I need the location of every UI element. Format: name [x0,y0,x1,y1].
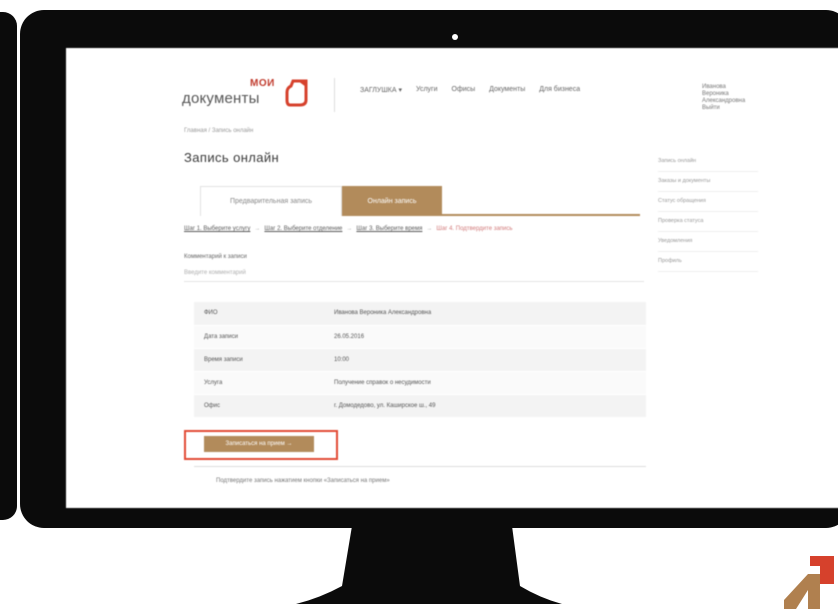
logo-mark-icon [285,79,308,107]
nav-item-services[interactable]: Услуги [416,86,438,94]
tab-online[interactable]: Онлайн запись [342,186,442,216]
side-menu-item[interactable]: Статус обращения [658,192,758,212]
logo-text-top: МОИ [250,78,275,89]
side-menu: Запись онлайн Заказы и документы Статус … [658,152,758,272]
nav-item-offices[interactable]: Офисы [452,86,476,94]
row-key: Услуга [194,371,324,395]
comment-input[interactable]: Введите комментарий [184,266,644,282]
row-value: Получение справок о несудимости [324,371,646,395]
nav-item-business[interactable]: Для бизнеса [539,86,580,94]
step-3-link[interactable]: Шаг 3. Выберите время [356,226,422,232]
user-name-line3: Александровна [702,98,746,104]
breadcrumb[interactable]: Главная / Запись онлайн [184,128,253,134]
step-4-current: Шаг 4. Подтвердите запись [436,226,513,232]
row-value: г. Домодедово, ул. Каширское ш., 49 [324,394,646,418]
side-menu-item[interactable]: Запись онлайн [658,152,758,172]
side-menu-item[interactable]: Проверка статуса [658,212,758,232]
step-2-link[interactable]: Шаг 2. Выберите отделение [264,226,342,232]
webcam-dot [452,34,458,40]
tab-preliminary[interactable]: Предварительная запись [200,186,342,216]
comment-label: Комментарий к записи [184,254,247,260]
divider [194,466,646,467]
scene: МОИ документы ЗАГЛУШКА ▾ Услуги Офисы До… [0,0,838,609]
nav-item-1[interactable]: ЗАГЛУШКА ▾ [360,86,402,94]
row-key: Дата записи [194,325,324,349]
booking-tabs: Предварительная запись Онлайн запись [200,186,640,216]
top-navigation: ЗАГЛУШКА ▾ Услуги Офисы Документы Для би… [360,86,580,94]
side-menu-item[interactable]: Уведомления [658,232,758,252]
header-divider [334,78,335,112]
table-row: Время записи 10:00 [194,348,646,372]
table-row: ФИО Иванова Вероника Александровна [194,302,646,326]
side-menu-item[interactable]: Заказы и документы [658,172,758,192]
page-title: Запись онлайн [184,150,280,165]
nav-item-documents[interactable]: Документы [489,86,525,94]
logo-text-bottom: документы [182,90,260,107]
booking-summary-table: ФИО Иванова Вероника Александровна Дата … [194,302,646,418]
table-row: Офис г. Домодедово, ул. Каширское ш., 49 [194,394,646,418]
row-key: Офис [194,394,324,418]
row-value: Иванова Вероника Александровна [324,302,646,326]
step-arrow: → [254,226,261,232]
footnote: Подтвердите запись нажатием кнопки «Запи… [216,478,390,484]
step-arrow: → [346,226,353,232]
table-row: Дата записи 26.05.2016 [194,325,646,349]
row-value: 10:00 [324,348,646,372]
step-arrow: → [426,226,433,232]
logout-link[interactable]: Выйти [702,105,772,112]
row-key: ФИО [194,302,324,326]
row-key: Время записи [194,348,324,372]
user-name-line2: Вероника [702,91,729,97]
table-row: Услуга Получение справок о несудимости [194,371,646,395]
highlight-frame [184,430,338,460]
row-value: 26.05.2016 [324,325,646,349]
user-name-line1: Иванова [702,84,726,90]
site-logo[interactable]: МОИ документы [182,76,312,112]
step-1-link[interactable]: Шаг 1. Выберите услугу [184,226,250,232]
step-breadcrumb: Шаг 1. Выберите услугу → Шаг 2. Выберите о… [184,226,513,232]
user-account[interactable]: Иванова Вероника Александровна Выйти [702,84,772,112]
screen: МОИ документы ЗАГЛУШКА ▾ Услуги Офисы До… [66,48,838,508]
brand-mark-icon [784,556,834,609]
side-menu-item[interactable]: Профиль [658,252,758,272]
